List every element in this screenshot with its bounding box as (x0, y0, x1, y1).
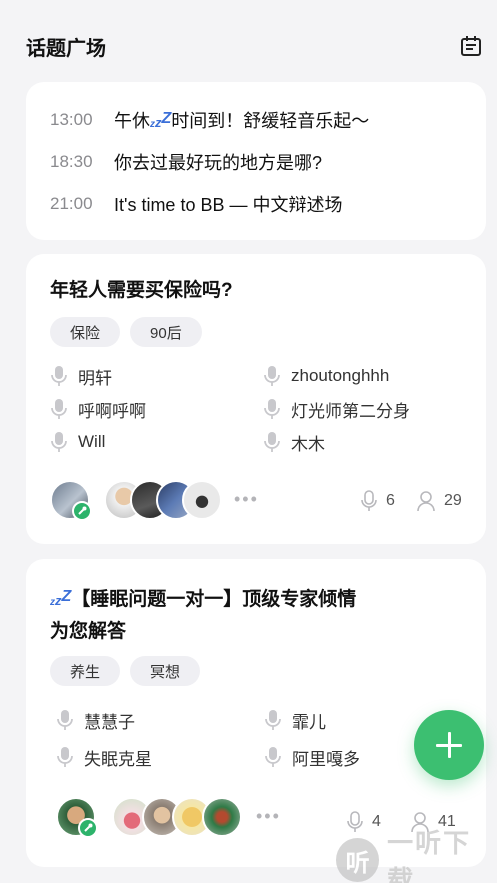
listener-count: 29 (416, 490, 462, 512)
more-avatars-icon: ••• (256, 806, 281, 826)
schedule-card: 13:00 午休zzZ时间到！舒缓轻音乐起～ 18:30 你去过最好玩的地方是哪… (26, 82, 486, 240)
zzz-icon: zzZ (150, 110, 172, 130)
top-bar: 话题广场 (0, 0, 497, 80)
microphone-icon (51, 366, 67, 386)
schedule-title: 你去过最好玩的地方是哪? (114, 153, 323, 173)
speaker-item: 失眠克星 (56, 745, 152, 769)
speaker-name: zhoutonghhh (291, 366, 390, 385)
more-avatars-icon: ••• (234, 489, 259, 509)
watermark-logo: 听 (336, 838, 380, 882)
create-room-button[interactable] (414, 710, 484, 780)
zzz-icon: zzZ (50, 588, 72, 608)
speaker-name: 呼啊呼啊 (78, 401, 146, 421)
watermark: 听 一听下载 (336, 828, 497, 883)
microphone-icon (265, 747, 281, 767)
microphone-icon (57, 710, 73, 730)
person-icon (417, 491, 435, 512)
schedule-item[interactable]: 13:00 午休zzZ时间到！舒缓轻音乐起～ (50, 105, 369, 135)
schedule-time: 21:00 (50, 194, 93, 213)
tag[interactable]: 90后 (130, 317, 202, 347)
speaker-item: 霏儿 (264, 708, 326, 732)
room-card[interactable]: zzZ【睡眠问题一对一】顶级专家倾情 为您解答 养生 冥想 慧慧子 霏儿 失眠克… (26, 559, 486, 867)
speaker-item: 呼啊呼啊 (50, 397, 146, 421)
page-title: 话题广场 (26, 38, 106, 60)
speaker-item: 木木 (263, 430, 325, 454)
microphone-icon (264, 399, 280, 419)
avatar-group: ••• (56, 797, 296, 839)
avatar[interactable] (202, 797, 242, 837)
speaker-name: Will (78, 432, 106, 451)
room-title: 年轻人需要买保险吗? (50, 280, 233, 301)
microphone-icon (265, 710, 281, 730)
speaker-name: 慧慧子 (84, 712, 135, 732)
room-title: zzZ【睡眠问题一对一】顶级专家倾情 为您解答 (50, 588, 357, 642)
speaker-name: 木木 (291, 434, 325, 454)
speaker-count: 4 (346, 811, 381, 833)
speaker-item: 慧慧子 (56, 708, 135, 732)
microphone-icon (347, 811, 363, 832)
microphone-icon (264, 432, 280, 452)
host-mic-icon (72, 501, 92, 521)
schedule-item[interactable]: 18:30 你去过最好玩的地方是哪? (50, 147, 322, 177)
speaker-item: 明轩 (50, 364, 112, 388)
schedule-title: It's time to BB — 中文辩述场 (114, 195, 343, 215)
speaker-name: 失眠克星 (84, 749, 152, 769)
microphone-icon (264, 366, 280, 386)
room-tags: 保险 90后 (50, 317, 202, 347)
schedule-time: 13:00 (50, 110, 93, 129)
speaker-item: 阿里嘎多 (264, 745, 360, 769)
microphone-icon (51, 432, 67, 452)
microphone-icon (361, 490, 377, 511)
tag[interactable]: 保险 (50, 317, 121, 347)
host-mic-icon (78, 818, 98, 838)
schedule-time: 18:30 (50, 152, 93, 171)
tag[interactable]: 冥想 (130, 656, 201, 686)
watermark-text: 一听下载 (387, 828, 472, 883)
speaker-name: 阿里嘎多 (292, 749, 360, 769)
speaker-name: 灯光师第二分身 (291, 401, 410, 421)
speaker-item: zhoutonghhh (263, 364, 389, 388)
calendar-icon[interactable] (459, 34, 483, 58)
schedule-item[interactable]: 21:00 It's time to BB — 中文辩述场 (50, 189, 342, 219)
microphone-icon (51, 399, 67, 419)
speaker-item: Will (50, 430, 105, 454)
microphone-icon (57, 747, 73, 767)
room-card[interactable]: 年轻人需要买保险吗? 保险 90后 明轩 zhoutonghhh 呼啊呼啊 灯光… (26, 254, 486, 544)
avatar[interactable] (182, 480, 222, 520)
avatar-group: ••• (50, 480, 290, 522)
room-tags: 养生 冥想 (50, 656, 201, 686)
speaker-item: 灯光师第二分身 (263, 397, 410, 421)
speaker-name: 明轩 (78, 368, 112, 388)
tag[interactable]: 养生 (50, 656, 121, 686)
speaker-count: 6 (360, 490, 395, 512)
schedule-title: 午休zzZ时间到！舒缓轻音乐起～ (114, 110, 370, 131)
speaker-name: 霏儿 (292, 712, 326, 732)
